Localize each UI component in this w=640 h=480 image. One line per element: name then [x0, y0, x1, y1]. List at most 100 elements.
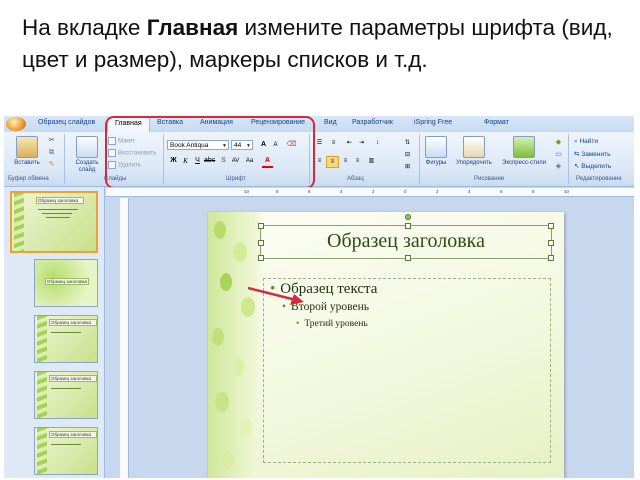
resize-handle[interactable]	[548, 255, 554, 261]
leaf-decoration	[208, 212, 263, 478]
resize-handle[interactable]	[258, 255, 264, 261]
thumb-master[interactable]: Образец заголовка	[10, 191, 98, 253]
thumb-layout-3[interactable]: Образец заголовка	[34, 371, 98, 419]
font-size-select[interactable]: 44 ▼	[231, 140, 253, 150]
tab-developer[interactable]: Разработчик	[352, 119, 393, 126]
layout-button[interactable]: Макет	[108, 137, 135, 145]
quick-styles-label: Экспресс-стили	[502, 160, 546, 166]
paste-label: Вставить	[14, 160, 40, 166]
clipboard-group-label: Буфер обмена	[8, 176, 49, 182]
bold-icon[interactable]: Ж	[168, 156, 179, 166]
ribbon: Вставить ✂ ⧉ ✎ Буфер обмена Создать слай…	[4, 132, 634, 187]
copy-icon[interactable]: ⧉	[46, 148, 57, 158]
slide-canvas[interactable]: Образец заголовка • Образец текста • Второ…	[208, 212, 564, 478]
select-button[interactable]: ↖ Выделить	[574, 162, 611, 170]
resize-handle[interactable]	[548, 223, 554, 229]
align-center-icon[interactable]: ≡	[326, 156, 339, 168]
resize-handle[interactable]	[258, 223, 264, 229]
quick-styles-button[interactable]: Экспресс-стили	[500, 136, 548, 167]
ruler-number: 6	[308, 189, 311, 194]
underline-icon[interactable]: Ч	[192, 156, 203, 166]
justify-icon[interactable]: ≡	[352, 156, 363, 166]
ribbon-tabs: Образец слайдов Главная Вставка Анимация…	[4, 116, 634, 133]
separator	[309, 134, 310, 184]
shadow-icon[interactable]: S	[218, 156, 229, 166]
columns-icon[interactable]: ▥	[366, 156, 377, 166]
reset-button[interactable]: Восстановить	[108, 149, 156, 157]
ruler-number: 2	[372, 189, 375, 194]
ruler-number: 2	[436, 189, 439, 194]
thumb-title: Образец заголовка	[36, 197, 84, 204]
delete-button[interactable]: Удалить	[108, 161, 141, 169]
new-slide-icon	[76, 136, 98, 158]
quick-styles-icon	[513, 136, 535, 158]
select-label: Выделить	[581, 163, 612, 170]
change-case-icon[interactable]: Aa	[244, 156, 255, 166]
new-slide-button[interactable]: Создать слайд	[70, 136, 104, 174]
strikethrough-icon[interactable]: abc	[204, 156, 215, 166]
font-color-icon[interactable]: A	[262, 156, 273, 168]
shrink-font-icon[interactable]: A	[270, 140, 281, 150]
replace-button[interactable]: ⇆ Заменить	[574, 150, 610, 158]
thumb-line	[51, 332, 81, 333]
shapes-button[interactable]: Фигуры	[422, 136, 450, 167]
smartart-icon[interactable]: ⊞	[402, 162, 413, 172]
cut-icon[interactable]: ✂	[46, 136, 57, 146]
tab-insert[interactable]: Вставка	[157, 119, 183, 126]
tab-animation[interactable]: Анимация	[200, 119, 233, 126]
resize-handle[interactable]	[258, 240, 264, 246]
bullet-icon: •	[296, 319, 300, 329]
vertical-ruler	[120, 198, 129, 478]
caption-bold: Главная	[146, 15, 239, 40]
font-group-label: Шрифт	[226, 176, 246, 182]
paste-button[interactable]: Вставить	[12, 136, 42, 167]
thumb-leaves	[37, 372, 47, 418]
arrange-button[interactable]: Упорядочить	[452, 136, 496, 167]
format-painter-icon[interactable]: ✎	[46, 160, 57, 170]
resize-handle[interactable]	[405, 223, 411, 229]
tab-format[interactable]: Формат	[484, 119, 509, 126]
tab-review[interactable]: Рецензирование	[251, 119, 305, 126]
thumb-layout-2[interactable]: Образец заголовка	[34, 315, 98, 363]
numbering-icon[interactable]: ≡	[328, 138, 339, 148]
shape-fill-icon[interactable]: ◆	[553, 138, 564, 148]
font-size-value: 44	[234, 142, 242, 149]
increase-indent-icon[interactable]: ⇥	[356, 138, 367, 148]
shapes-label: Фигуры	[425, 160, 447, 166]
ruler-number: 6	[500, 189, 503, 194]
red-arrow-icon	[248, 286, 304, 305]
tab-home[interactable]: Главная	[107, 117, 150, 132]
text-level-3: • Третий уровень	[296, 319, 368, 329]
shape-outline-icon[interactable]: ▭	[553, 150, 564, 160]
text-direction-icon[interactable]: ⇅	[402, 138, 413, 148]
chevron-down-icon: ▼	[222, 143, 227, 149]
thumb-layout-4[interactable]: Образец заголовка	[34, 427, 98, 475]
resize-handle[interactable]	[548, 240, 554, 246]
font-face-select[interactable]: Book Antiqua ▼	[167, 140, 229, 150]
find-button[interactable]: ⌕ Найти	[574, 138, 598, 146]
bullets-icon[interactable]: ☰	[314, 138, 325, 148]
thumb-leaves	[37, 428, 47, 474]
tab-ispring[interactable]: iSpring Free	[414, 119, 452, 126]
tab-slide-master[interactable]: Образец слайдов	[38, 119, 95, 126]
shape-effects-icon[interactable]: ◈	[553, 162, 564, 172]
decrease-indent-icon[interactable]: ⇤	[344, 138, 355, 148]
slide-thumbnail-pane: 1 Образец заголовка Образец заголовка Об…	[4, 187, 105, 478]
title-placeholder[interactable]: Образец заголовка	[258, 214, 554, 261]
reset-label: Восстановить	[118, 150, 157, 157]
align-left-icon[interactable]: ≡	[314, 156, 325, 166]
office-button-icon[interactable]	[6, 117, 26, 131]
align-text-icon[interactable]: ⊟	[402, 150, 413, 160]
rotate-handle[interactable]	[405, 214, 411, 220]
tab-view[interactable]: Вид	[324, 119, 337, 126]
clear-format-icon[interactable]: ⌫	[286, 140, 297, 150]
ruler-number: 4	[340, 189, 343, 194]
grow-font-icon[interactable]: A	[258, 140, 269, 150]
thumb-layout-1[interactable]: Образец заголовка	[34, 259, 98, 307]
find-label: Найти	[579, 138, 599, 145]
italic-icon[interactable]: К	[180, 156, 191, 166]
align-right-icon[interactable]: ≡	[340, 156, 351, 166]
line-spacing-icon[interactable]: ↕	[372, 138, 383, 148]
resize-handle[interactable]	[405, 255, 411, 261]
spacing-icon[interactable]: AV	[230, 156, 241, 166]
